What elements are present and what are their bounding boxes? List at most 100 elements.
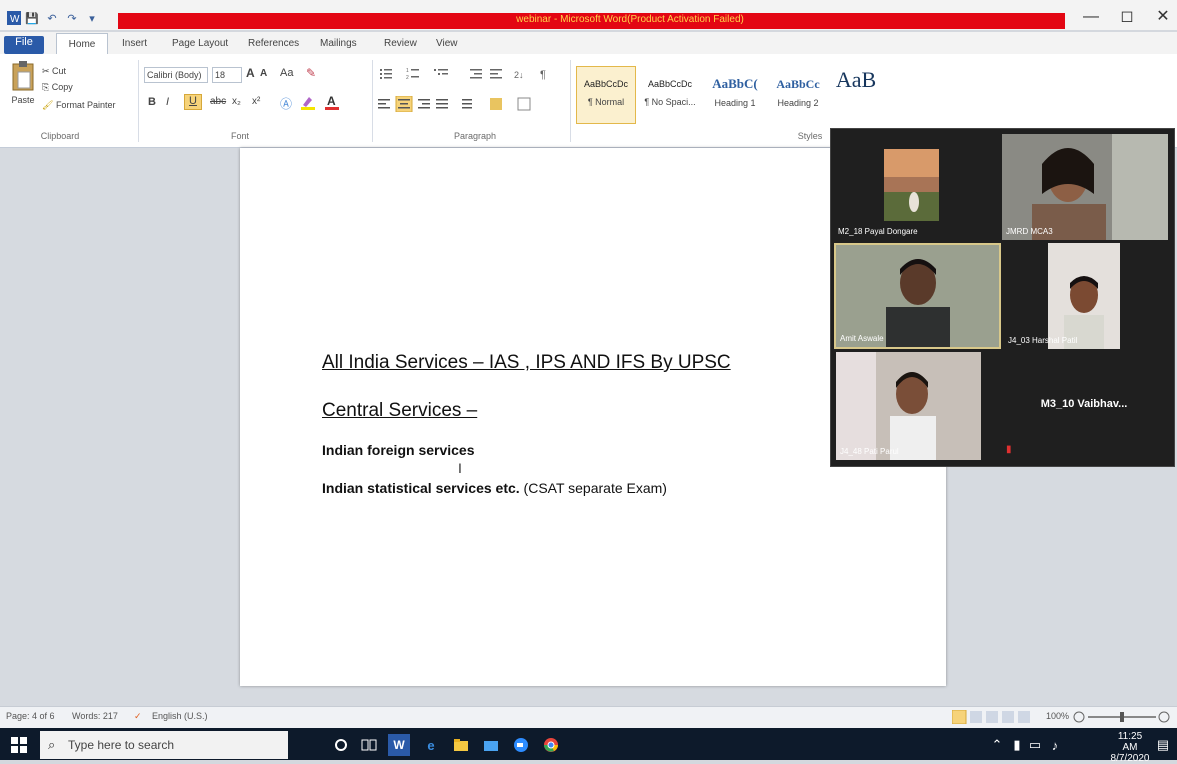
style-heading-1[interactable]: AaBbC( Heading 1 xyxy=(702,66,768,124)
video-feed-icon xyxy=(1002,134,1168,240)
participant-tile[interactable]: M3_10 Vaibhav... ▮ xyxy=(1000,352,1168,460)
search-icon: ⌕ xyxy=(48,737,56,752)
undo-icon[interactable]: ↶ xyxy=(44,10,60,26)
font-color-icon[interactable]: A xyxy=(324,94,340,110)
redo-icon[interactable]: ↷ xyxy=(64,10,80,26)
view-buttons[interactable] xyxy=(951,709,1042,725)
bold-button[interactable]: B xyxy=(148,96,156,108)
close-button[interactable]: ✕ xyxy=(1150,6,1176,28)
page-count[interactable]: Page: 4 of 6 xyxy=(6,711,55,721)
video-meeting-icon[interactable] xyxy=(510,734,532,756)
notification-center-icon[interactable]: ▤ xyxy=(1152,734,1174,756)
document-heading[interactable]: All India Services – IAS , IPS AND IFS B… xyxy=(322,352,731,374)
font-size-select[interactable]: 18 xyxy=(212,67,242,83)
document-line-2[interactable]: Indian statistical services etc. (CSAT s… xyxy=(322,480,667,496)
minimize-button[interactable]: — xyxy=(1078,6,1104,28)
tab-references[interactable]: References xyxy=(242,36,305,54)
cortana-icon[interactable] xyxy=(330,734,352,756)
format-painter-button[interactable]: 🖌 Format Painter xyxy=(42,100,115,111)
copy-button[interactable]: ⎘ Copy xyxy=(42,82,73,93)
style-normal[interactable]: AaBbCcDc ¶ Normal xyxy=(576,66,636,124)
battery-icon[interactable]: ▭ xyxy=(1024,734,1046,756)
underline-button[interactable]: U xyxy=(184,94,202,110)
cut-button[interactable]: ✂ Cut xyxy=(42,66,66,77)
customize-toolbar-icon[interactable]: ▾ xyxy=(84,10,100,26)
grow-font-button[interactable]: A xyxy=(246,66,255,80)
font-group-label: Font xyxy=(230,131,249,141)
video-feed-icon xyxy=(836,352,981,460)
participant-name: M3_10 Vaibhav... xyxy=(1040,398,1128,410)
style-name: ¶ Normal xyxy=(587,97,625,107)
maximize-button[interactable]: ◻ xyxy=(1114,6,1140,28)
word-taskbar-icon[interactable]: W xyxy=(388,734,410,756)
word-count[interactable]: Words: 217 xyxy=(72,711,118,721)
document-subheading[interactable]: Central Services – xyxy=(322,400,477,422)
style-sample: AaBbCcDc xyxy=(583,79,628,89)
tab-review[interactable]: Review xyxy=(378,36,423,54)
change-case-button[interactable]: Aa xyxy=(280,67,293,79)
store-icon[interactable] xyxy=(480,734,502,756)
tab-file[interactable]: File xyxy=(4,36,44,54)
ribbon-divider xyxy=(138,60,139,142)
save-icon[interactable]: 💾 xyxy=(24,10,40,26)
clipboard-icon xyxy=(12,61,34,91)
tab-insert[interactable]: Insert xyxy=(116,36,153,54)
zoom-slider[interactable] xyxy=(1072,710,1172,724)
volume-icon[interactable]: ♪ xyxy=(1044,734,1066,756)
edge-browser-icon[interactable]: e xyxy=(420,734,442,756)
tab-mailings[interactable]: Mailings xyxy=(314,36,363,54)
ribbon-divider xyxy=(372,60,373,142)
proofing-icon[interactable]: ✓ xyxy=(134,711,142,722)
tab-view[interactable]: View xyxy=(430,36,464,54)
shrink-font-button[interactable]: A xyxy=(260,68,267,79)
paragraph-list-buttons: 12 2↓ ¶ xyxy=(378,66,568,82)
text-effects-icon[interactable]: Ⓐ xyxy=(280,95,292,112)
paste-label: Paste xyxy=(11,95,35,105)
taskbar-time: 11:25 AM xyxy=(1117,731,1143,753)
windows-start-icon[interactable] xyxy=(8,734,30,756)
document-line-1[interactable]: Indian foreign services xyxy=(322,442,475,458)
highlight-color-icon[interactable] xyxy=(300,94,316,110)
style-no-spacing[interactable]: AaBbCcDc ¶ No Spaci... xyxy=(640,66,700,124)
ribbon-divider xyxy=(570,60,571,142)
task-view-icon[interactable] xyxy=(358,734,380,756)
style-sample: AaBbC( xyxy=(712,76,758,91)
clear-formatting-icon[interactable]: ✎ xyxy=(306,66,316,80)
search-placeholder: Type here to search xyxy=(68,738,175,752)
svg-text:W: W xyxy=(10,14,20,25)
strikethrough-button[interactable]: abc xyxy=(210,96,226,107)
taskbar-clock[interactable]: 11:25 AM 8/7/2020 xyxy=(1110,731,1150,764)
superscript-button[interactable]: x² xyxy=(252,96,260,107)
participant-tile[interactable]: M2_18 Payal Dongare xyxy=(834,134,999,240)
taskbar-search-box[interactable]: ⌕ Type here to search xyxy=(40,731,288,759)
brush-icon: 🖌 xyxy=(42,100,56,110)
svg-text:A: A xyxy=(327,94,336,108)
scissors-icon: ✂ xyxy=(42,66,53,76)
tray-chevron-icon[interactable]: ⌃ xyxy=(986,734,1008,756)
svg-text:2: 2 xyxy=(406,75,409,81)
clipboard-group-label: Clipboard xyxy=(40,131,80,141)
participant-tile[interactable]: JMRD MCA3 xyxy=(1002,134,1168,240)
subscript-button[interactable]: x₂ xyxy=(232,96,241,107)
italic-button[interactable]: I xyxy=(166,96,169,108)
tab-home[interactable]: Home xyxy=(56,33,108,54)
font-name-select[interactable]: Calibri (Body) xyxy=(144,67,208,83)
style-name: Heading 1 xyxy=(714,98,756,108)
zoom-level[interactable]: 100% xyxy=(1046,711,1069,721)
style-name: Heading 2 xyxy=(777,98,819,108)
participant-tile[interactable]: J4_03 Harshal Patil xyxy=(1004,243,1168,349)
style-sample: AaBbCcDc xyxy=(647,79,692,89)
style-sample: AaBbCc xyxy=(776,77,820,91)
paragraph-group-label: Paragraph xyxy=(453,131,497,141)
tab-page-layout[interactable]: Page Layout xyxy=(166,36,234,54)
style-title[interactable]: AaB xyxy=(828,66,884,124)
video-feed-icon xyxy=(836,245,999,347)
paste-button[interactable]: Paste xyxy=(8,60,38,118)
participant-tile[interactable]: J4_48 Pati Parul xyxy=(836,352,981,460)
participant-tile-active-speaker[interactable]: Amit Aswale xyxy=(834,243,1001,349)
participant-name: JMRD MCA3 xyxy=(1006,227,1053,236)
file-explorer-icon[interactable] xyxy=(450,734,472,756)
chrome-icon[interactable] xyxy=(540,734,562,756)
language-indicator[interactable]: English (U.S.) xyxy=(152,711,208,721)
style-heading-2[interactable]: AaBbCc Heading 2 xyxy=(770,66,826,124)
